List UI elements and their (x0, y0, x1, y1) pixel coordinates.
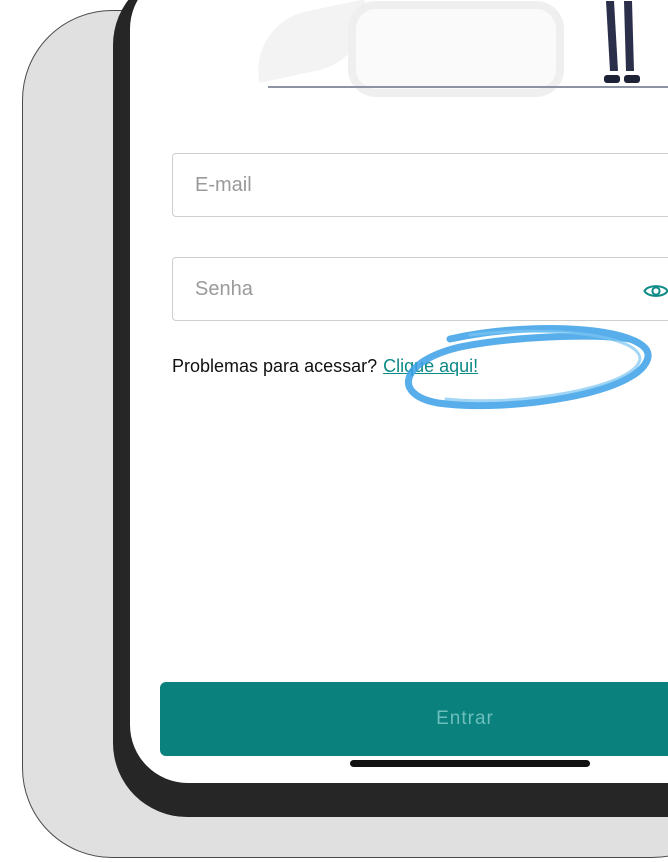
password-field[interactable]: M (172, 257, 668, 321)
help-line: Problemas para acessar? Clique aqui! (172, 356, 478, 377)
email-input[interactable] (195, 154, 615, 216)
home-indicator (350, 760, 590, 767)
phone-shell: M Problemas para acessar?Clique aqui! En… (22, 0, 668, 858)
password-input[interactable] (195, 258, 615, 320)
illustration-ground-line (268, 86, 668, 88)
screenshot-stage: M Problemas para acessar?Clique aqui! En… (0, 0, 668, 862)
phone-screen: M Problemas para acessar?Clique aqui! En… (130, 0, 668, 783)
email-field[interactable] (172, 153, 668, 217)
enter-button[interactable]: Entrar (160, 682, 668, 756)
help-text: Problemas para acessar? (172, 356, 378, 376)
illustration-person-legs (604, 1, 640, 83)
help-link[interactable]: Clique aqui! (383, 356, 478, 376)
illustration-card (348, 1, 564, 97)
eye-icon (643, 285, 668, 297)
show-password-toggle[interactable]: M (643, 278, 668, 304)
